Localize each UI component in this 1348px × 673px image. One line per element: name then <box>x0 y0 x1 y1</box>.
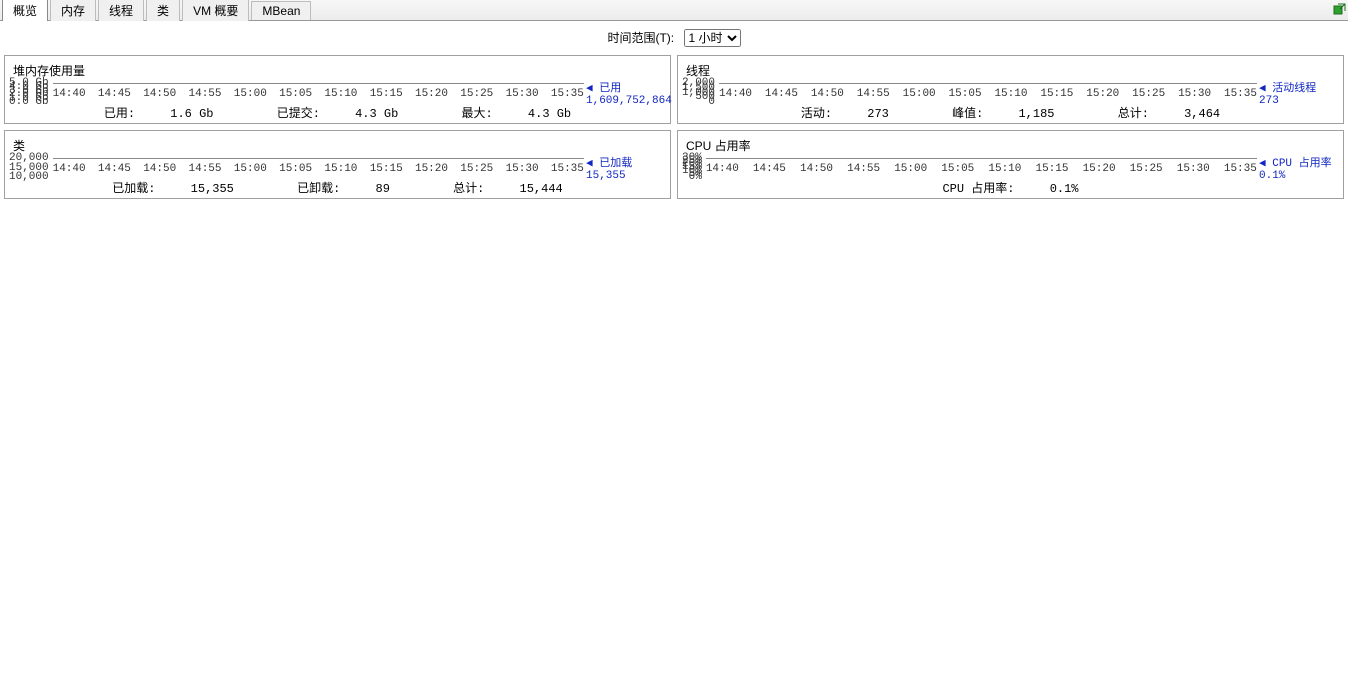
plot-classes <box>53 158 584 159</box>
tab-classes[interactable]: 类 <box>146 0 180 21</box>
chart-title-cpu: CPU 占用率 <box>686 137 1339 154</box>
time-range-bar: 时间范围(T): 1 小时 <box>0 21 1348 51</box>
chart-panel-heap: 堆内存使用量 5.0 Gb4.0 Gb3.0 Gb2.0 Gb1.0 Gb0.0… <box>4 55 671 124</box>
tab-bar: 概览 内存 线程 类 VM 概要 MBean <box>0 0 1348 21</box>
summary-threads: 活动: 273 峰值: 1,185 总计: 3,464 <box>682 102 1339 121</box>
chart-panel-cpu: CPU 占用率 30%25%20%15%10%5%0% 14:4014:4514… <box>677 130 1344 199</box>
detach-icon[interactable] <box>1332 3 1346 17</box>
tab-threads[interactable]: 线程 <box>98 0 144 21</box>
summary-cpu: CPU 占用率: 0.1% <box>682 177 1339 196</box>
plot-cpu <box>706 158 1257 159</box>
summary-heap: 已用: 1.6 Gb 已提交: 4.3 Gb 最大: 4.3 Gb <box>9 102 666 121</box>
chart-title-threads: 线程 <box>686 62 1339 79</box>
chart-title-classes: 类 <box>13 137 666 154</box>
legend-classes: ◀ 已加载 15,355 <box>586 154 664 182</box>
y-axis-cpu: 30%25%20%15%10%5%0% <box>682 158 706 177</box>
legend-threads: ◀ 活动线程 273 <box>1259 79 1337 107</box>
tab-overview[interactable]: 概览 <box>2 0 48 21</box>
tab-vm-summary[interactable]: VM 概要 <box>182 0 249 21</box>
charts-grid: 堆内存使用量 5.0 Gb4.0 Gb3.0 Gb2.0 Gb1.0 Gb0.0… <box>0 51 1348 207</box>
time-range-label: 时间范围(T): <box>607 31 674 45</box>
chart-title-heap: 堆内存使用量 <box>13 62 666 79</box>
summary-classes: 已加载: 15,355 已卸载: 89 总计: 15,444 <box>9 177 666 196</box>
chart-panel-classes: 类 20,00015,00010,000 14:4014:4514:5014:5… <box>4 130 671 199</box>
x-axis-threads: 14:4014:4514:5014:5515:0015:0515:1015:15… <box>719 84 1257 102</box>
legend-cpu: ◀ CPU 占用率 0.1% <box>1259 154 1337 182</box>
legend-heap: ◀ 已用 1,609,752,864 <box>586 79 664 107</box>
chart-panel-threads: 线程 2,0001,5001,0005000 14:4014:4514:5014… <box>677 55 1344 124</box>
y-axis-threads: 2,0001,5001,0005000 <box>682 83 719 102</box>
tab-memory[interactable]: 内存 <box>50 0 96 21</box>
x-axis-classes: 14:4014:4514:5014:5515:0015:0515:1015:15… <box>53 159 584 177</box>
y-axis-classes: 20,00015,00010,000 <box>9 158 53 177</box>
tab-mbeans[interactable]: MBean <box>251 1 311 20</box>
x-axis-cpu: 14:4014:4514:5014:5515:0015:0515:1015:15… <box>706 159 1257 177</box>
time-range-select[interactable]: 1 小时 <box>684 29 741 47</box>
x-axis-heap: 14:4014:4514:5014:5515:0015:0515:1015:15… <box>53 84 584 102</box>
plot-heap <box>53 83 584 84</box>
plot-threads <box>719 83 1257 84</box>
y-axis-heap: 5.0 Gb4.0 Gb3.0 Gb2.0 Gb1.0 Gb0.0 Gb <box>9 83 53 102</box>
